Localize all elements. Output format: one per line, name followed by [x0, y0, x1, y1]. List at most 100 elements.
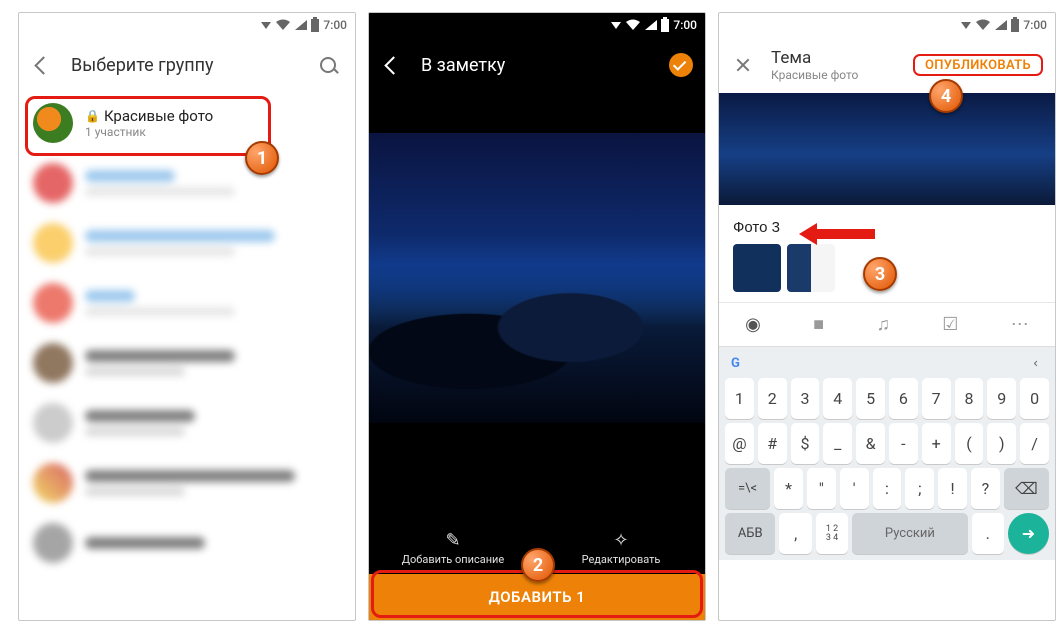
key[interactable]: +	[922, 423, 951, 464]
music-icon[interactable]: ♫	[876, 314, 890, 335]
key[interactable]: 5	[856, 378, 885, 419]
selected-check-icon[interactable]	[669, 53, 693, 77]
wifi-icon	[275, 19, 291, 31]
attachment-toolbar: ◉ ■ ♫ ☑ ⋯	[719, 302, 1055, 346]
key[interactable]: 4	[823, 378, 852, 419]
notification-icon	[611, 22, 621, 29]
screen-select-group: 7:00 Выберите группу 🔒Красивые фото 1 уч…	[18, 12, 356, 621]
enter-key[interactable]: ➜	[1008, 513, 1049, 554]
attached-photo-hero[interactable]	[719, 93, 1055, 205]
key[interactable]: ?	[971, 468, 1000, 509]
step-badge-3: 3	[863, 257, 897, 291]
key[interactable]: #	[758, 423, 787, 464]
list-item[interactable]	[19, 513, 355, 573]
key[interactable]: 9	[987, 378, 1016, 419]
key[interactable]: 0	[1020, 378, 1049, 419]
add-description-button[interactable]: ✎ Добавить описание	[369, 530, 537, 566]
arrow-to-caption	[799, 226, 875, 242]
keyboard: G ⌄ 1234567890 @#$_&-+()/ =\< *"':;!? ⌫ …	[719, 346, 1055, 560]
page-subtitle: Красивые фото	[771, 68, 897, 82]
screen-compose-post: 7:00 Тема Красивые фото ОПУБЛИКОВАТЬ ◉ ■…	[718, 12, 1056, 621]
group-name: Красивые фото	[104, 107, 213, 125]
app-bar: В заметку	[369, 37, 705, 93]
poll-icon[interactable]: ☑	[942, 314, 958, 335]
list-item[interactable]	[19, 333, 355, 393]
key[interactable]: @	[725, 423, 754, 464]
key[interactable]: 1	[725, 378, 754, 419]
key[interactable]: _	[823, 423, 852, 464]
key[interactable]: &	[856, 423, 885, 464]
keyboard-collapse-icon[interactable]: ⌄	[1030, 358, 1045, 369]
clock: 7:00	[673, 18, 697, 32]
key[interactable]: 2	[758, 378, 787, 419]
status-bar: 7:00	[19, 13, 355, 37]
period-key[interactable]: .	[972, 513, 1004, 554]
battery-icon	[311, 19, 319, 32]
notification-icon	[961, 22, 971, 29]
key[interactable]: 6	[889, 378, 918, 419]
app-bar: Выберите группу	[19, 37, 355, 93]
signal-icon	[995, 20, 1007, 30]
key[interactable]: 3	[791, 378, 820, 419]
thumbnail[interactable]	[733, 244, 781, 292]
publish-button[interactable]: ОПУБЛИКОВАТЬ	[919, 54, 1037, 77]
list-item[interactable]	[19, 273, 355, 333]
wifi-icon	[975, 19, 991, 31]
signal-icon	[295, 20, 307, 30]
camera-icon[interactable]: ◉	[745, 314, 761, 335]
key[interactable]: 7	[922, 378, 951, 419]
edit-button[interactable]: ✧ Редактировать	[537, 530, 705, 566]
battery-icon	[1011, 19, 1019, 32]
key[interactable]: )	[987, 423, 1016, 464]
key[interactable]: (	[955, 423, 984, 464]
numeric-key[interactable]: 1 2 3 4	[816, 513, 848, 554]
video-icon[interactable]: ■	[813, 314, 824, 335]
list-item[interactable]	[19, 453, 355, 513]
symbols-key[interactable]: =\<	[725, 468, 770, 509]
close-icon[interactable]	[731, 53, 755, 77]
key[interactable]: 8	[955, 378, 984, 419]
spacebar-key[interactable]: Русский	[852, 513, 967, 554]
list-item[interactable]	[19, 393, 355, 453]
step-badge-1: 1	[245, 141, 279, 175]
list-item[interactable]	[19, 213, 355, 273]
screen-photo-preview: 7:00 В заметку ✎ Добавить описание ✧ Ред…	[368, 12, 706, 621]
key[interactable]: /	[1020, 423, 1049, 464]
back-icon[interactable]	[31, 53, 55, 77]
page-title: Выберите группу	[71, 55, 303, 76]
edit-label: Редактировать	[582, 553, 661, 566]
battery-icon	[661, 19, 669, 32]
search-icon[interactable]	[319, 53, 343, 77]
key[interactable]: !	[938, 468, 967, 509]
lock-icon: 🔒	[85, 109, 100, 123]
key[interactable]: *	[774, 468, 803, 509]
key[interactable]: $	[791, 423, 820, 464]
google-icon[interactable]: G	[731, 356, 740, 371]
photo-preview[interactable]	[369, 133, 705, 423]
page-title: В заметку	[421, 55, 653, 76]
sparkle-icon: ✧	[537, 530, 705, 551]
thumbnail[interactable]	[787, 244, 835, 292]
group-row-selected[interactable]: 🔒Красивые фото 1 участник	[19, 93, 355, 153]
callout-frame-4: ОПУБЛИКОВАТЬ	[913, 54, 1043, 76]
list-item[interactable]	[19, 153, 355, 213]
lang-switch-key[interactable]: АБВ	[725, 513, 775, 554]
wifi-icon	[625, 19, 641, 31]
caption-input[interactable]	[719, 205, 1055, 244]
back-icon[interactable]	[381, 53, 405, 77]
backspace-key[interactable]: ⌫	[1004, 468, 1049, 509]
key[interactable]: '	[840, 468, 869, 509]
key[interactable]: ;	[905, 468, 934, 509]
group-list: 🔒Красивые фото 1 участник	[19, 93, 355, 573]
more-icon[interactable]: ⋯	[1011, 314, 1029, 335]
key[interactable]: "	[807, 468, 836, 509]
key[interactable]: -	[889, 423, 918, 464]
add-description-label: Добавить описание	[402, 553, 504, 566]
app-bar: Тема Красивые фото ОПУБЛИКОВАТЬ	[719, 37, 1055, 93]
clock: 7:00	[1023, 18, 1047, 32]
key[interactable]: :	[873, 468, 902, 509]
page-title: Тема	[771, 48, 897, 68]
edit-icon: ✎	[369, 530, 537, 551]
comma-key[interactable]: ,	[779, 513, 811, 554]
step-badge-2: 2	[521, 548, 555, 582]
